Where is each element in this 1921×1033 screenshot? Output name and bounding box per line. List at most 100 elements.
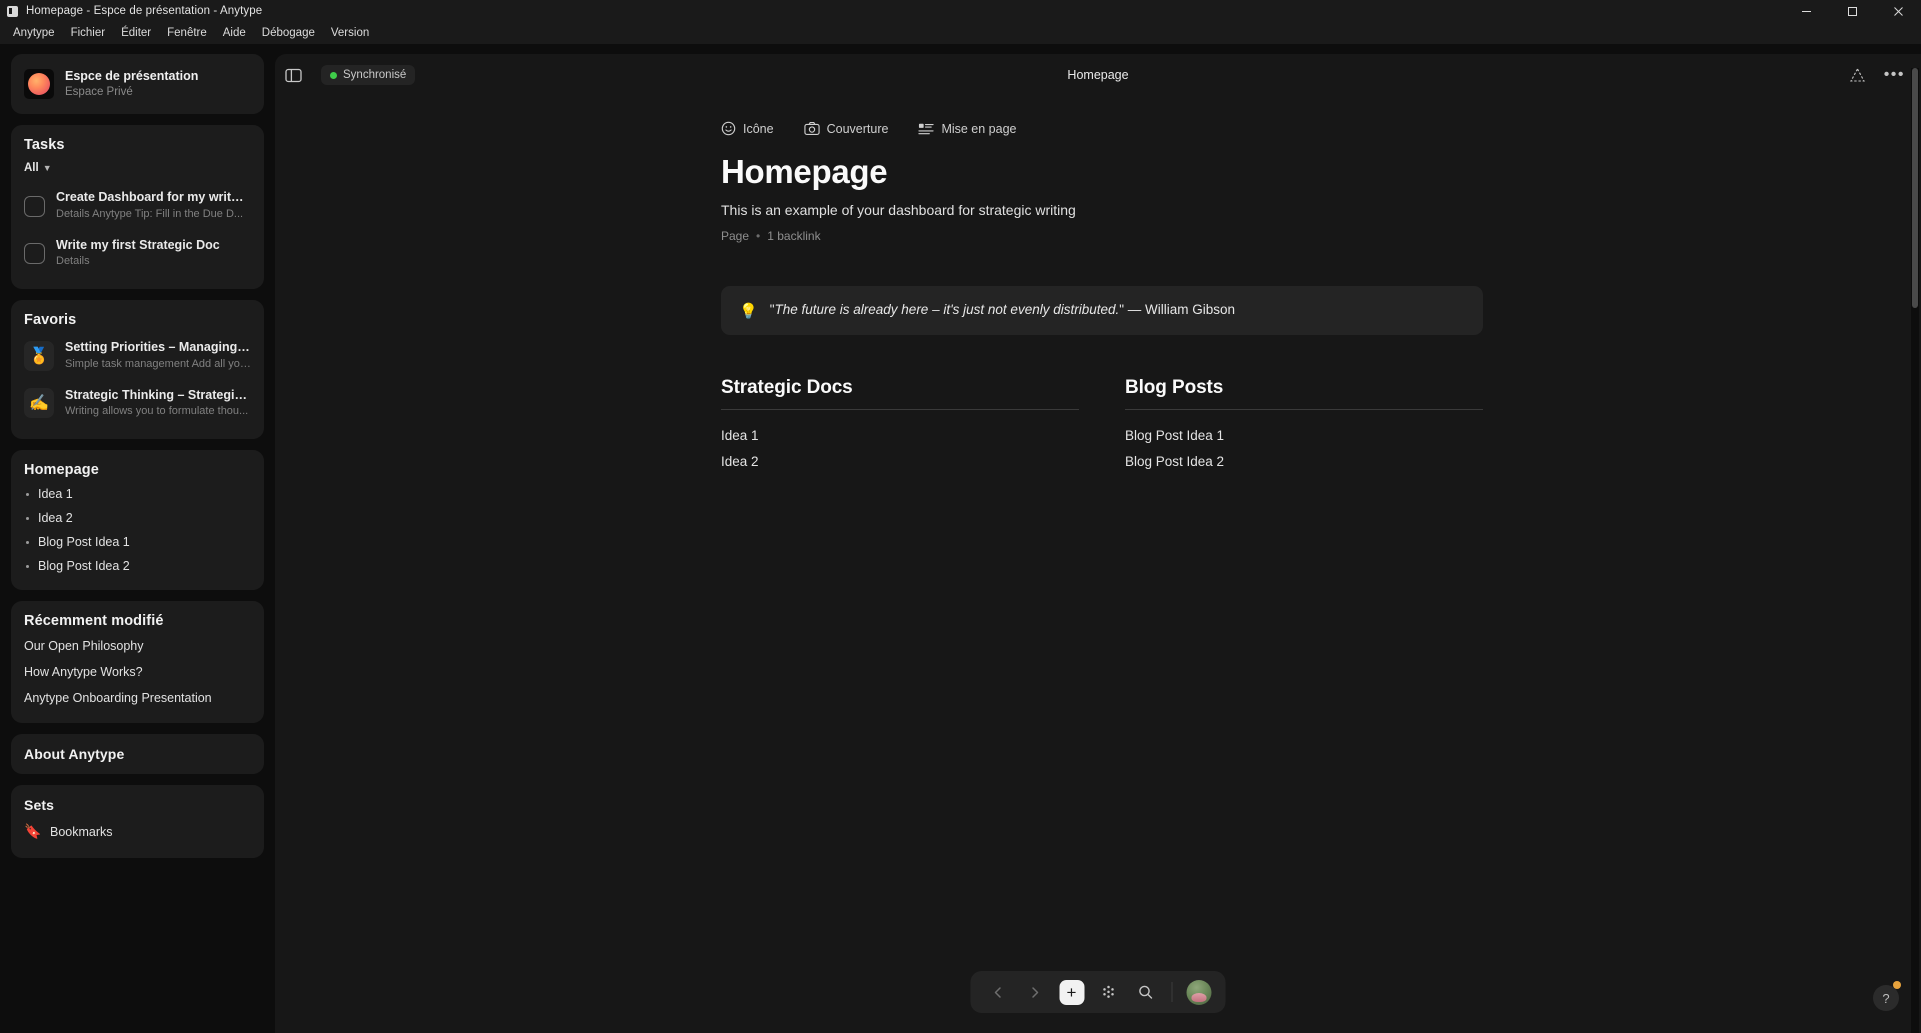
column-link[interactable]: Idea 1 [721,423,1079,449]
list-item[interactable]: Blog Post Idea 1 [24,530,251,554]
space-row[interactable]: Espce de présentation Espace Privé [24,66,251,102]
window-scrollbar[interactable] [1911,68,1919,1033]
scrollbar-thumb[interactable] [1912,68,1918,308]
space-card[interactable]: Espce de présentation Espace Privé [11,54,264,115]
column-heading[interactable]: Strategic Docs [721,377,1079,411]
writing-hand-icon: ✍️ [24,388,54,419]
sets-title: Sets [24,797,54,814]
about-title: About Anytype [24,746,125,763]
page-type-label[interactable]: Page [721,229,749,243]
homepage-card: Homepage Idea 1 Idea 2 Blog Post Idea 1 … [11,450,264,591]
window-title: Homepage - Espce de présentation - Anyty… [26,5,263,17]
task-title: Write my first Strategic Doc [56,237,220,252]
menu-fenetre[interactable]: Fenêtre [159,24,215,42]
favoris-item[interactable]: ✍️ Strategic Thinking – Strategic W... W… [24,380,253,427]
dots-grid-icon [1103,985,1114,998]
list-item[interactable]: Idea 2 [24,506,251,530]
sets-item-label: Bookmarks [50,824,113,839]
forward-button[interactable] [1021,978,1049,1006]
recent-title: Récemment modifié [24,613,164,630]
main-topbar: Synchronisé Homepage ••• [275,54,1921,96]
list-item[interactable]: Blog Post Idea 2 [24,554,251,578]
menu-aide[interactable]: Aide [215,24,254,42]
favoris-item[interactable]: 🏅 Setting Priorities – Managing Ta... Si… [24,332,253,379]
task-checkbox[interactable] [24,243,45,265]
meta-separator: • [756,229,761,244]
camera-icon [803,121,820,136]
column-heading[interactable]: Blog Posts [1125,377,1483,411]
recent-item[interactable]: Our Open Philosophy [24,633,251,659]
bullet-icon [26,492,29,496]
list-item-label: Idea 1 [38,487,73,502]
quote-body: The future is already here – it's just n… [774,302,1120,318]
page-title[interactable]: Homepage [721,152,1483,192]
column-link[interactable]: Blog Post Idea 2 [1125,449,1483,475]
menu-editer[interactable]: Éditer [113,24,159,42]
tasks-title: Tasks [24,137,65,154]
minimize-button[interactable] [1783,0,1829,22]
column-strategic-docs: Strategic Docs Idea 1 Idea 2 [721,377,1079,476]
space-avatar-orb [28,73,50,96]
main-panel: Synchronisé Homepage ••• Icône Couvertur… [275,54,1921,1033]
about-card[interactable]: About Anytype [11,734,264,775]
recent-item[interactable]: Anytype Onboarding Presentation [24,685,251,711]
recent-item[interactable]: How Anytype Works? [24,659,251,685]
chevron-down-icon: ▼ [42,162,52,173]
task-description: Details Anytype Tip: Fill in the Due D..… [56,207,244,220]
layout-icon [918,122,935,136]
add-cover-button[interactable]: Couverture [803,121,888,136]
page-description[interactable]: This is an example of your dashboard for… [721,201,1483,221]
task-row[interactable]: Write my first Strategic Doc Details [24,230,251,277]
avatar [1186,979,1211,1005]
tasks-filter[interactable]: All ▼ [24,162,251,174]
create-object-button[interactable]: + [1058,978,1086,1006]
menu-debogage[interactable]: Débogage [254,24,323,42]
sync-status-label: Synchronisé [343,69,407,81]
sets-card: Sets 🔖 Bookmarks [11,785,264,859]
column-blog-posts: Blog Posts Blog Post Idea 1 Blog Post Id… [1125,377,1483,476]
favoris-card: Favoris 🏅 Setting Priorities – Managing … [11,300,264,440]
backlink-label[interactable]: 1 backlink [767,229,820,243]
maximize-button[interactable] [1829,0,1875,22]
sidebar-toggle-icon[interactable] [279,61,307,89]
layout-button[interactable]: Mise en page [918,121,1017,136]
apps-grid-button[interactable] [1095,978,1123,1006]
search-button[interactable] [1132,978,1160,1006]
task-checkbox[interactable] [24,195,45,217]
menu-version[interactable]: Version [323,24,377,42]
app-icon [7,5,18,17]
task-description: Details [56,255,90,268]
profile-button[interactable] [1185,978,1213,1006]
sync-status-badge[interactable]: Synchronisé [321,65,416,85]
share-graph-icon[interactable] [1849,67,1866,84]
medal-icon: 🏅 [24,340,54,371]
task-row[interactable]: Create Dashboard for my writings Details… [24,182,251,229]
topbar-doc-title: Homepage [1067,68,1129,82]
list-item-label: Idea 2 [38,511,73,526]
bookmark-icon: 🔖 [24,823,42,840]
space-name: Espce de présentation [65,69,199,83]
floating-toolbar: + [970,971,1226,1013]
menu-fichier[interactable]: Fichier [63,24,114,42]
list-item[interactable]: Idea 1 [24,482,251,506]
list-item-label: Blog Post Idea 2 [38,559,130,574]
sets-item-bookmarks[interactable]: 🔖 Bookmarks [24,817,251,846]
back-button[interactable] [984,978,1012,1006]
add-icon-button[interactable]: Icône [721,121,774,136]
help-button[interactable]: ? [1873,985,1899,1011]
emoji-smiley-icon [721,121,736,136]
more-options-icon[interactable]: ••• [1884,67,1905,82]
add-icon-label: Icône [743,121,774,136]
bullet-icon [26,516,29,520]
favoris-title: Favoris [24,312,77,329]
task-text: Write my first Strategic Doc Details [56,237,220,270]
bullet-icon [26,564,29,568]
callout-text: "The future is already here – it's just … [770,301,1235,320]
column-link[interactable]: Idea 2 [721,449,1079,475]
tasks-filter-label: All [24,162,39,175]
close-button[interactable] [1875,0,1921,22]
menu-anytype[interactable]: Anytype [5,24,63,42]
callout-block[interactable]: 💡 "The future is already here – it's jus… [721,286,1483,336]
column-link[interactable]: Blog Post Idea 1 [1125,423,1483,449]
favoris-item-description: Writing allows you to formulate thou... [65,405,249,418]
